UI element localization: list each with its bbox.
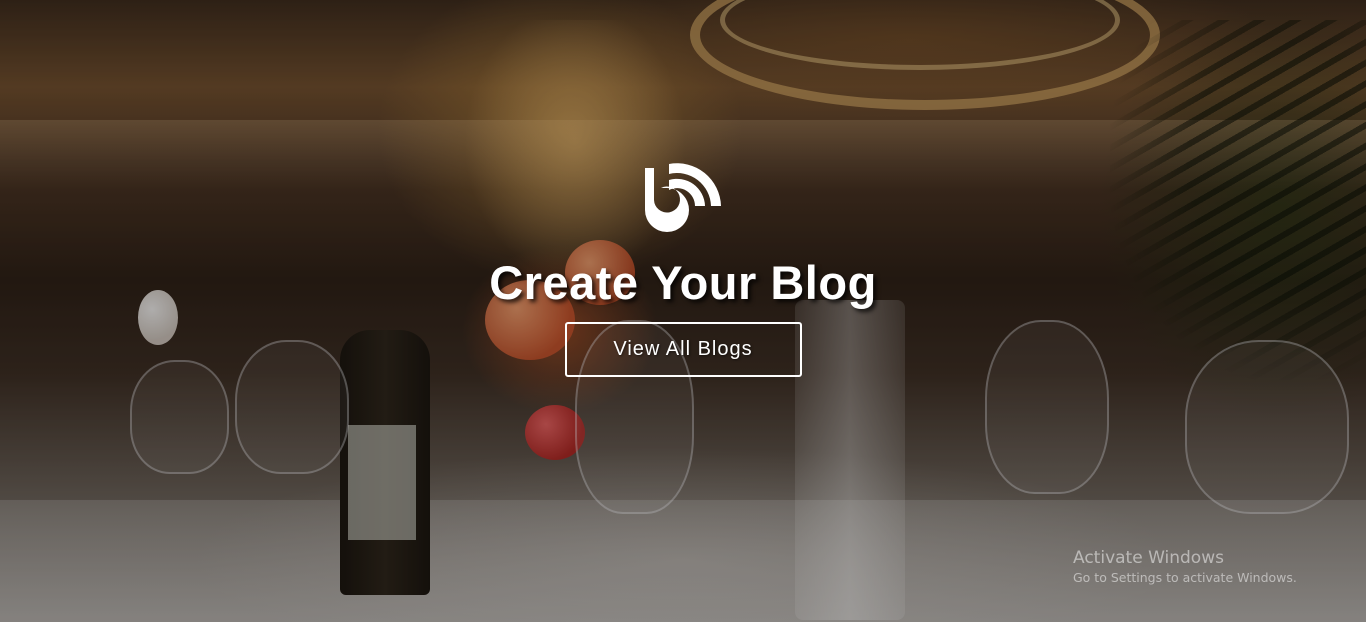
watermark-subtitle: Go to Settings to activate Windows. [1073,570,1297,585]
windows-activation-watermark: Activate Windows Go to Settings to activ… [1073,547,1297,587]
hero-section: Create Your Blog View All Blogs Activate… [0,0,1366,622]
view-all-blogs-button[interactable]: View All Blogs [564,322,802,377]
hero-content: Create Your Blog View All Blogs [0,150,1366,377]
watermark-title: Activate Windows [1073,548,1224,568]
blog-broadcast-logo-icon [645,163,721,232]
hero-title: Create Your Blog [489,256,877,309]
